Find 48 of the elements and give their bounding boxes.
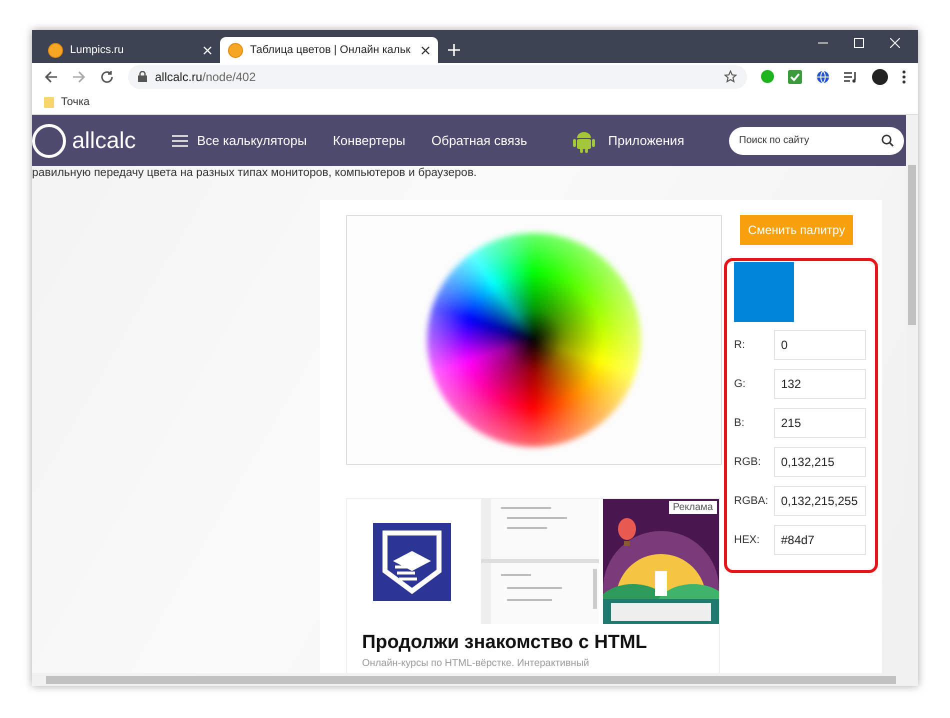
field-label: RGB: xyxy=(734,456,762,468)
url-text: allcalc.ru/node/402 xyxy=(155,70,256,84)
address-bar[interactable]: allcalc.ru/node/402 xyxy=(128,64,747,88)
intro-text: равильную передачу цвета на разных типах мониторов, компьютеров и браузеров. xyxy=(32,166,478,181)
color-value-field[interactable]: 215 xyxy=(774,408,866,438)
browser-tab[interactable]: Таблица цветов | Онлайн кальк xyxy=(220,37,438,63)
nav-link[interactable]: Приложения xyxy=(553,128,684,152)
menu-icon[interactable] xyxy=(902,70,906,84)
site-icon xyxy=(228,42,243,58)
scrollbar-thumb[interactable] xyxy=(908,165,916,325)
extension-icon[interactable] xyxy=(761,70,774,83)
color-value-field[interactable]: #84d7 xyxy=(774,525,866,555)
site-logo[interactable]: allcalc xyxy=(32,124,172,158)
site-icon xyxy=(48,42,63,58)
color-value-field[interactable]: 0,132,215 xyxy=(774,447,866,477)
star-icon[interactable] xyxy=(724,70,737,83)
bookmark[interactable]: Точка xyxy=(44,96,90,108)
maximize-icon[interactable] xyxy=(854,38,864,48)
back-icon[interactable] xyxy=(44,70,58,84)
color-swatch xyxy=(734,262,794,322)
reload-icon[interactable] xyxy=(100,70,114,84)
lock-icon xyxy=(138,71,147,82)
color-value-field[interactable]: 0 xyxy=(774,330,866,360)
color-value-field[interactable]: 132 xyxy=(774,369,866,399)
nav-link[interactable]: Все калькуляторы xyxy=(172,133,307,148)
avatar-icon[interactable] xyxy=(872,68,888,84)
nav-link[interactable]: Обратная связь xyxy=(431,133,528,148)
field-label: R: xyxy=(734,339,746,351)
globe-icon[interactable] xyxy=(816,70,830,84)
field-label: RGBA: xyxy=(734,495,770,507)
field-label: G: xyxy=(734,378,747,390)
browser-tab[interactable]: Lumpics.ru xyxy=(40,37,220,63)
nav-link[interactable]: Конвертеры xyxy=(332,133,406,148)
search-icon[interactable] xyxy=(881,134,894,147)
ad-text: Онлайн-курсы по HTML-вёрстке. Интерактивный xyxy=(361,657,590,669)
field-label: B: xyxy=(734,417,746,429)
checkbox-icon[interactable] xyxy=(788,70,802,84)
color-palette[interactable] xyxy=(346,215,722,465)
close-icon[interactable] xyxy=(421,46,430,54)
ad-title: Продолжи знакомство с HTML xyxy=(361,631,648,654)
search-box[interactable]: Поиск по сайту xyxy=(729,126,904,154)
scrollbar-thumb[interactable] xyxy=(46,676,896,684)
playlist-icon[interactable] xyxy=(844,70,858,82)
ad-badge[interactable]: Реклама xyxy=(668,501,717,514)
field-label: HEX: xyxy=(734,534,761,546)
new-tab-icon[interactable] xyxy=(448,44,460,56)
color-value-field[interactable]: 0,132,215,255 xyxy=(774,486,866,516)
menu-icon[interactable] xyxy=(172,134,188,146)
